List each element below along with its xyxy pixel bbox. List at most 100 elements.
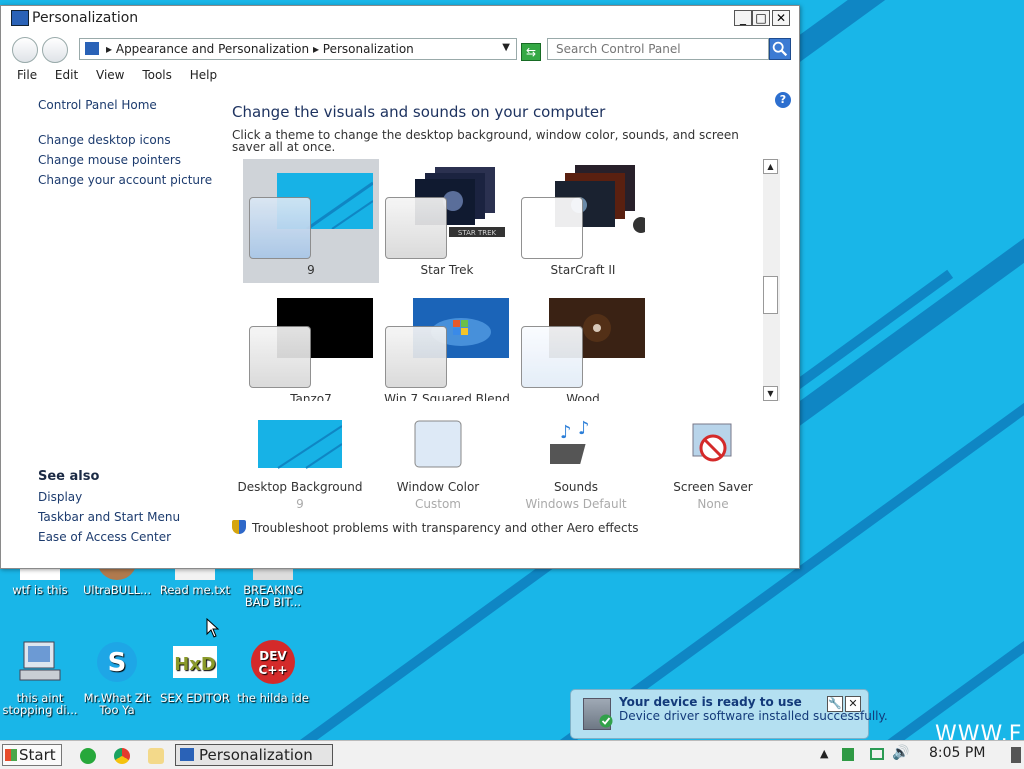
- page-description: Click a theme to change the desktop back…: [232, 128, 739, 154]
- minimize-button[interactable]: _: [734, 10, 752, 26]
- theme-9[interactable]: 9: [243, 159, 379, 283]
- balloon-pin-button[interactable]: 🔧: [827, 696, 843, 712]
- setting-title: Screen Saver: [673, 480, 753, 494]
- control-panel-icon: [85, 42, 99, 55]
- window-color-swatch: [249, 326, 311, 388]
- menu-tools[interactable]: Tools: [142, 68, 172, 82]
- window-color-swatch: [385, 326, 447, 388]
- display-link[interactable]: Display: [38, 490, 82, 504]
- refresh-icon[interactable]: ⇆: [521, 43, 541, 61]
- back-button[interactable]: [12, 37, 38, 63]
- scroll-up-button[interactable]: ▲: [763, 159, 778, 174]
- setting-value: None: [697, 497, 729, 511]
- desktop-icon[interactable]: this aint stopping di...: [0, 638, 80, 716]
- menu-bar: File Edit View Tools Help: [17, 68, 231, 86]
- theme-name: Wood: [566, 392, 600, 401]
- svg-text:HxD: HxD: [174, 654, 216, 675]
- title-bar[interactable]: Personalization _ □ ✕: [1, 6, 799, 30]
- theme-wood[interactable]: Wood: [515, 286, 651, 401]
- volume-icon[interactable]: 🔊: [892, 745, 909, 761]
- search-box[interactable]: [547, 38, 769, 60]
- control-panel-home-link[interactable]: Control Panel Home: [38, 98, 157, 112]
- maximize-button[interactable]: □: [752, 10, 770, 26]
- scroll-thumb[interactable]: [763, 276, 778, 314]
- watermark: WWW.FE: [935, 722, 1024, 740]
- change-mouse-pointers-link[interactable]: Change mouse pointers: [38, 153, 181, 167]
- menu-view[interactable]: View: [96, 68, 124, 82]
- page-title: Change the visuals and sounds on your co…: [232, 103, 606, 121]
- desktop-icon[interactable]: HxD SEX EDITOR: [155, 638, 235, 704]
- theme-name: StarCraft II: [550, 263, 616, 277]
- see-also-heading: See also: [38, 469, 100, 484]
- device-safe-icon[interactable]: [842, 748, 854, 761]
- setting-value: 9: [296, 497, 304, 511]
- screen-saver-setting[interactable]: Screen Saver None: [645, 418, 781, 511]
- theme-name: Tanzo7: [290, 392, 332, 401]
- window-color-icon: [414, 420, 462, 468]
- help-icon[interactable]: ?: [775, 92, 791, 108]
- search-icon[interactable]: [769, 38, 791, 60]
- window-color-swatch: [521, 326, 583, 388]
- taskbar-start-menu-link[interactable]: Taskbar and Start Menu: [38, 510, 180, 524]
- theme-scrollbar[interactable]: ▲ ▼: [763, 159, 780, 401]
- menu-file[interactable]: File: [17, 68, 37, 82]
- address-row: ▸ Appearance and Personalization ▸ Perso…: [1, 34, 799, 66]
- personalization-window: Personalization _ □ ✕ ▸ Appearance and P…: [0, 5, 800, 569]
- window-color-swatch: [249, 197, 311, 259]
- chrome-icon[interactable]: [114, 748, 130, 764]
- theme-tanzo7[interactable]: Tanzo7: [243, 286, 379, 401]
- scroll-down-button[interactable]: ▼: [763, 386, 778, 401]
- window-color-setting[interactable]: Window Color Custom: [370, 418, 506, 511]
- screen-saver-icon: [692, 423, 732, 462]
- desktop-icon[interactable]: DEV C++ the hilda ide: [233, 638, 313, 704]
- show-hidden-icons-icon[interactable]: ▲: [820, 747, 828, 760]
- theme-name: Star Trek: [420, 263, 474, 277]
- computer-icon: [19, 641, 61, 681]
- close-button[interactable]: ✕: [772, 10, 790, 26]
- hex-editor-icon: HxD: [173, 646, 217, 678]
- svg-text:DEV: DEV: [259, 649, 287, 663]
- search-input[interactable]: [556, 40, 756, 58]
- menu-edit[interactable]: Edit: [55, 68, 78, 82]
- breadcrumb-appearance[interactable]: Appearance and Personalization: [116, 42, 309, 56]
- ease-of-access-link[interactable]: Ease of Access Center: [38, 530, 171, 544]
- devcpp-icon: DEV C++: [251, 640, 295, 684]
- breadcrumb-separator: ▸: [312, 42, 319, 56]
- theme-star-trek[interactable]: STAR TREK Star Trek: [379, 159, 515, 283]
- setting-value: Custom: [415, 497, 461, 511]
- start-button[interactable]: Start: [2, 744, 62, 766]
- window-color-swatch: [521, 197, 583, 259]
- mouse-cursor-icon: [206, 618, 220, 638]
- balloon-close-button[interactable]: ✕: [845, 696, 861, 712]
- notification-balloon[interactable]: Your device is ready to use Device drive…: [570, 689, 888, 739]
- setting-title: Sounds: [553, 480, 599, 494]
- desktop-background-setting[interactable]: Desktop Background 9: [232, 418, 368, 511]
- theme-win7-squared-blend[interactable]: Win 7 Squared Blend: [379, 286, 515, 401]
- folder-icon[interactable]: [148, 748, 164, 764]
- change-account-picture-link[interactable]: Change your account picture: [38, 173, 212, 187]
- change-desktop-icons-link[interactable]: Change desktop icons: [38, 133, 171, 147]
- forward-button[interactable]: [42, 37, 68, 63]
- skype-icon: S: [97, 642, 137, 682]
- address-bar[interactable]: ▸ Appearance and Personalization ▸ Perso…: [79, 38, 517, 60]
- window-title: Personalization: [32, 10, 139, 26]
- sounds-setting[interactable]: ♪ ♪ Sounds Windows Default: [508, 418, 644, 511]
- breadcrumb-separator: ▸: [106, 42, 113, 56]
- svg-text:S: S: [108, 648, 127, 678]
- clock[interactable]: 8:05 PM: [929, 745, 985, 761]
- shield-icon: [232, 520, 246, 534]
- system-tray: ▲ 🔊: [815, 744, 1024, 766]
- network-icon[interactable]: [870, 748, 884, 760]
- menu-help[interactable]: Help: [190, 68, 217, 82]
- svg-text:C++: C++: [259, 663, 288, 677]
- action-center-icon[interactable]: [1011, 747, 1021, 763]
- desktop-icon[interactable]: S Mr.What Zit Too Ya: [77, 638, 157, 716]
- breadcrumb-personalization[interactable]: Personalization: [323, 42, 414, 56]
- theme-starcraft-ii[interactable]: StarCraft II: [515, 159, 651, 283]
- chevron-down-icon[interactable]: ▼: [502, 42, 510, 53]
- check-icon: [599, 714, 613, 728]
- taskbar-item-personalization[interactable]: Personalization: [175, 744, 333, 766]
- balloon-title: Your device is ready to use: [619, 695, 802, 709]
- troubleshoot-link[interactable]: Troubleshoot problems with transparency …: [232, 520, 639, 535]
- chat-icon[interactable]: [80, 748, 96, 764]
